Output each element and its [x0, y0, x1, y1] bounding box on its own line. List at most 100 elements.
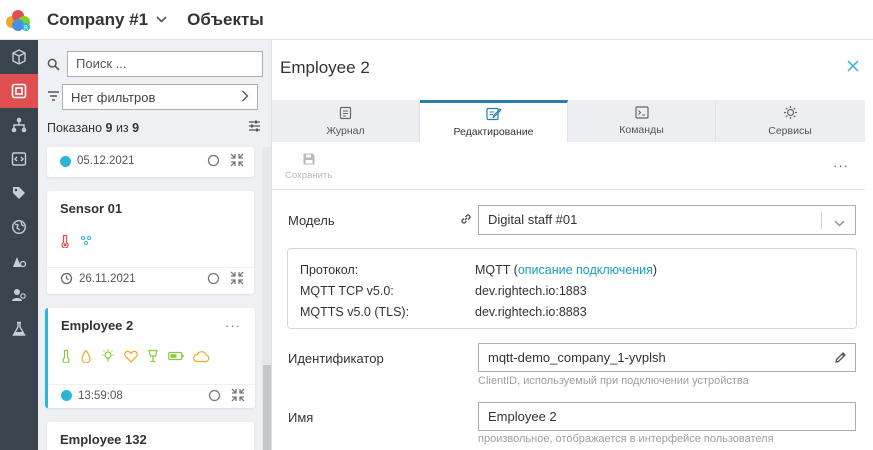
list-item[interactable]: Employee 2 ··· 13:59:08 [45, 308, 255, 408]
nav-item-lab[interactable] [0, 312, 38, 346]
logo-icon[interactable]: R [0, 0, 38, 40]
glass-icon [148, 349, 158, 363]
mqtts-value: dev.rightech.io:8883 [475, 305, 587, 319]
detail-tabs: Журнал Редактирование Команды Сервисы [272, 100, 865, 142]
globe-icon [11, 219, 27, 235]
expand-icon[interactable] [230, 271, 244, 285]
company-name: Company #1 [47, 9, 149, 29]
tab-commands[interactable]: Команды [568, 100, 716, 142]
terminal-icon [634, 106, 649, 119]
last-update-time: 13:59:08 [78, 389, 123, 402]
mqtt-tcp-label: MQTT TCP v5.0: [300, 284, 394, 298]
top-bar: R Company #1 Объекты [0, 0, 873, 40]
object-name: Employee 132 [60, 432, 147, 447]
services-icon [783, 106, 797, 119]
expand-icon[interactable] [231, 388, 245, 402]
close-icon[interactable] [846, 59, 860, 76]
protocol-label: Протокол: [300, 263, 359, 277]
filter-selector[interactable]: Нет фильтров [62, 84, 258, 110]
name-field[interactable]: Employee 2 [478, 402, 856, 431]
objects-icon [11, 83, 27, 99]
chevron-right-icon [241, 90, 249, 105]
object-name: Sensor 01 [60, 201, 123, 216]
shown-count: Показано 9 из 9 [47, 121, 140, 135]
cloud-icon [193, 350, 210, 362]
nav-item-tags[interactable] [0, 176, 38, 210]
link-icon[interactable] [459, 212, 473, 229]
object-list-panel: Поиск ... Нет фильтров Показано 9 из 9 0… [38, 40, 272, 450]
tab-journal[interactable]: Журнал [272, 100, 420, 142]
heart-icon [124, 350, 138, 363]
connection-docs-link[interactable]: описание подключения [518, 263, 653, 277]
nav-item-hierarchy[interactable] [0, 108, 38, 142]
thermometer-icon [62, 349, 70, 363]
nav-item-code[interactable] [0, 142, 38, 176]
protocol-value: MQTT (описание подключения) [475, 263, 658, 277]
pencil-icon[interactable] [834, 351, 847, 367]
page-title: Объекты [187, 9, 264, 29]
flask-icon [12, 321, 26, 336]
rocket-icon [13, 257, 27, 268]
edit-icon [485, 107, 502, 121]
chevron-down-icon [156, 16, 167, 23]
nav-item-models[interactable] [0, 40, 38, 74]
model-label: Модель [288, 213, 335, 228]
name-label: Имя [288, 410, 314, 425]
journal-icon [339, 106, 352, 119]
detail-toolbar: Сохранить ··· [272, 142, 865, 190]
cube-icon [12, 49, 26, 65]
thermometer-icon [61, 234, 69, 248]
model-value: Digital staff #01 [488, 212, 578, 227]
last-update-time: 05.12.2021 [77, 155, 135, 167]
locate-icon[interactable] [207, 272, 220, 285]
clock-icon [60, 272, 73, 285]
online-status-icon [61, 390, 72, 401]
list-item[interactable]: Sensor 01 26.11.2021 [47, 191, 254, 294]
list-item[interactable]: 05.12.2021 [47, 147, 254, 177]
online-status-icon [60, 155, 71, 167]
search-input[interactable]: Поиск ... [67, 51, 263, 77]
chevron-down-icon [834, 215, 845, 230]
svg-text:R: R [24, 25, 28, 32]
list-scrollbar-thumb[interactable] [263, 365, 271, 450]
nav-item-geo[interactable] [0, 210, 38, 244]
name-hint: произвольное, отображается в интерфейсе … [478, 433, 774, 445]
nav-item-users[interactable] [0, 278, 38, 312]
detail-title: Employee 2 [280, 58, 370, 77]
more-options-icon[interactable]: ··· [833, 158, 849, 173]
search-icon [47, 58, 65, 71]
mqtt-tcp-value: dev.rightech.io:1883 [475, 284, 587, 298]
tab-edit[interactable]: Редактирование [420, 100, 568, 142]
code-icon [11, 152, 27, 166]
nav-item-objects[interactable] [0, 74, 38, 108]
drop-icon [81, 349, 91, 363]
object-name: Employee 2 [61, 318, 134, 333]
more-options-icon[interactable]: ··· [225, 318, 241, 333]
locate-icon[interactable] [207, 154, 220, 167]
locate-icon[interactable] [208, 389, 221, 402]
expand-icon[interactable] [230, 153, 244, 167]
list-settings-icon[interactable] [248, 120, 261, 135]
save-icon [303, 153, 315, 165]
identifier-field[interactable]: mqtt-demo_company_1-yvplsh [478, 343, 856, 372]
list-item[interactable]: Employee 132 [47, 422, 254, 450]
battery-icon [168, 351, 184, 361]
filter-text: Нет фильтров [71, 89, 156, 105]
tag-icon [13, 187, 25, 199]
tab-services[interactable]: Сервисы [716, 100, 864, 142]
left-nav [0, 40, 38, 450]
model-select[interactable]: Digital staff #01 [478, 205, 856, 235]
filter-icon [47, 90, 60, 105]
light-icon [102, 349, 114, 362]
mqtts-label: MQTTS v5.0 (TLS): [300, 305, 410, 319]
hierarchy-icon [11, 117, 27, 133]
nav-item-automation[interactable] [0, 244, 38, 278]
users-icon [12, 289, 26, 301]
save-button[interactable]: Сохранить [285, 152, 332, 181]
identifier-label: Идентификатор [288, 351, 384, 366]
last-update-time: 26.11.2021 [79, 272, 136, 285]
company-selector[interactable]: Company #1 [47, 10, 167, 30]
humidity-icon [81, 236, 91, 245]
protocol-info-box: Протокол: MQTT (описание подключения) MQ… [287, 248, 857, 329]
object-detail-panel: Employee 2 Журнал Редактирование Команды… [272, 40, 873, 450]
